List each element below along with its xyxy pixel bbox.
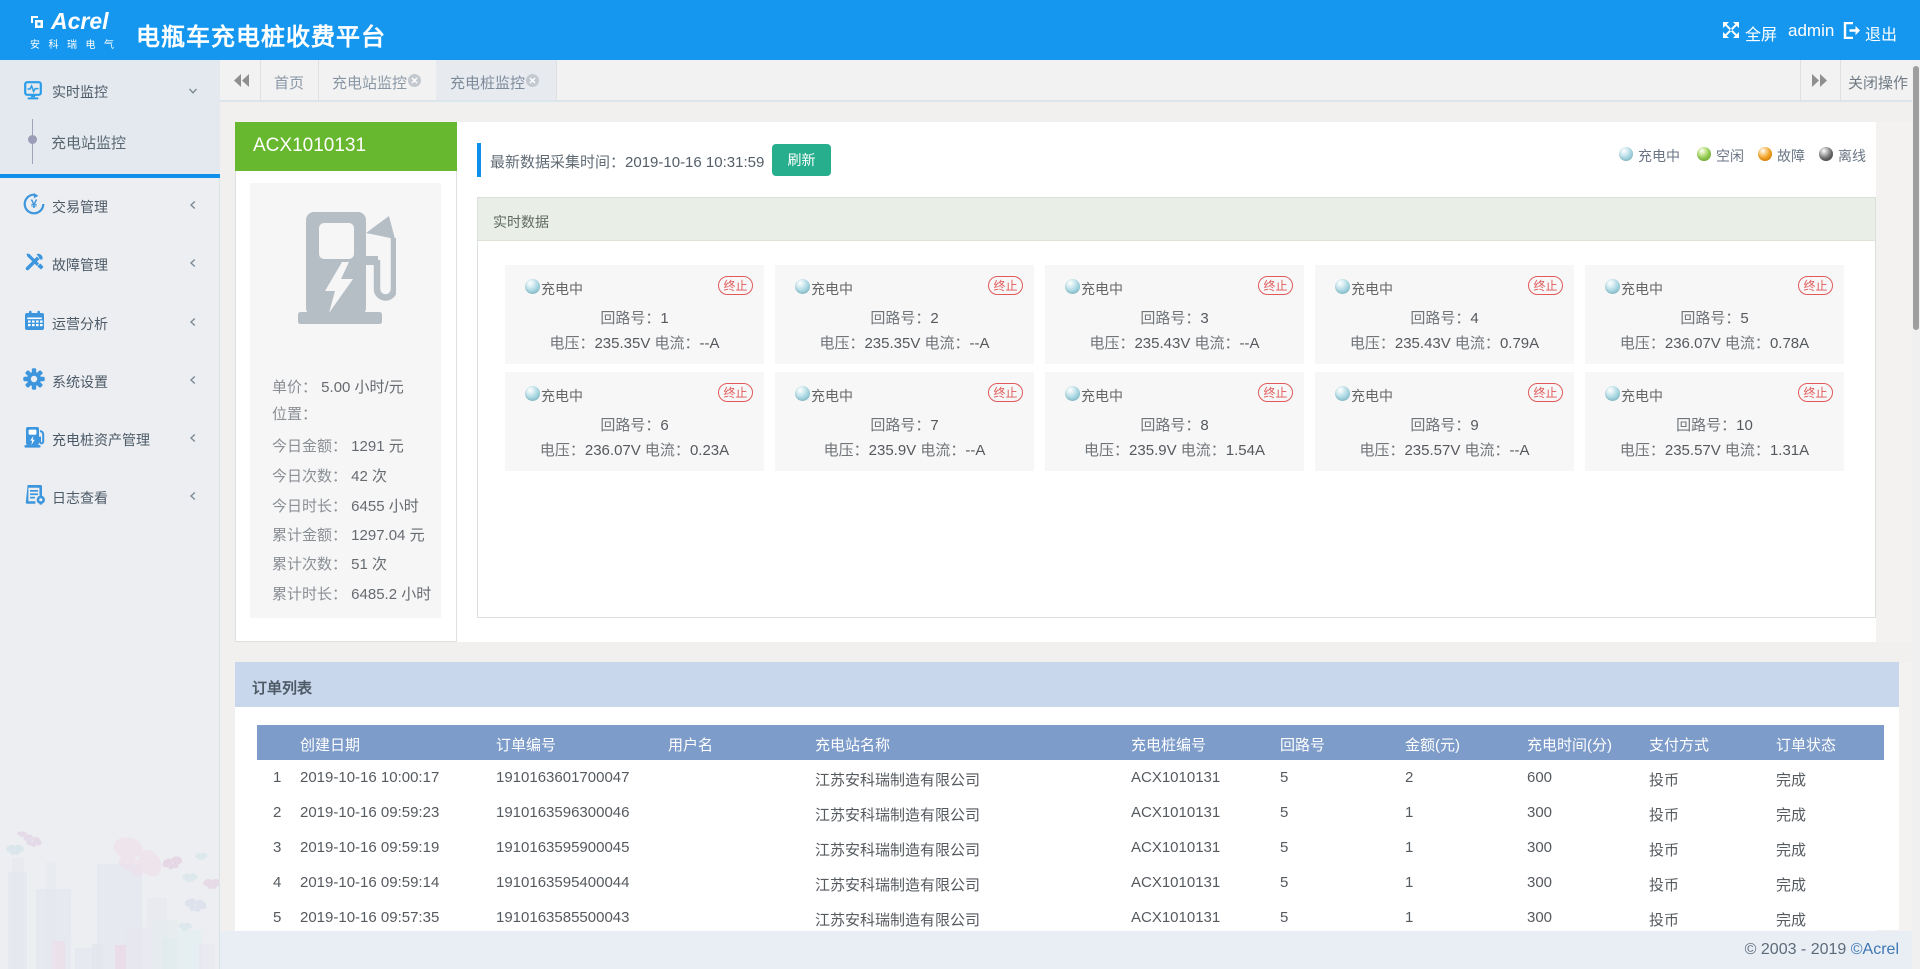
svg-text:¥: ¥ [31, 197, 38, 211]
